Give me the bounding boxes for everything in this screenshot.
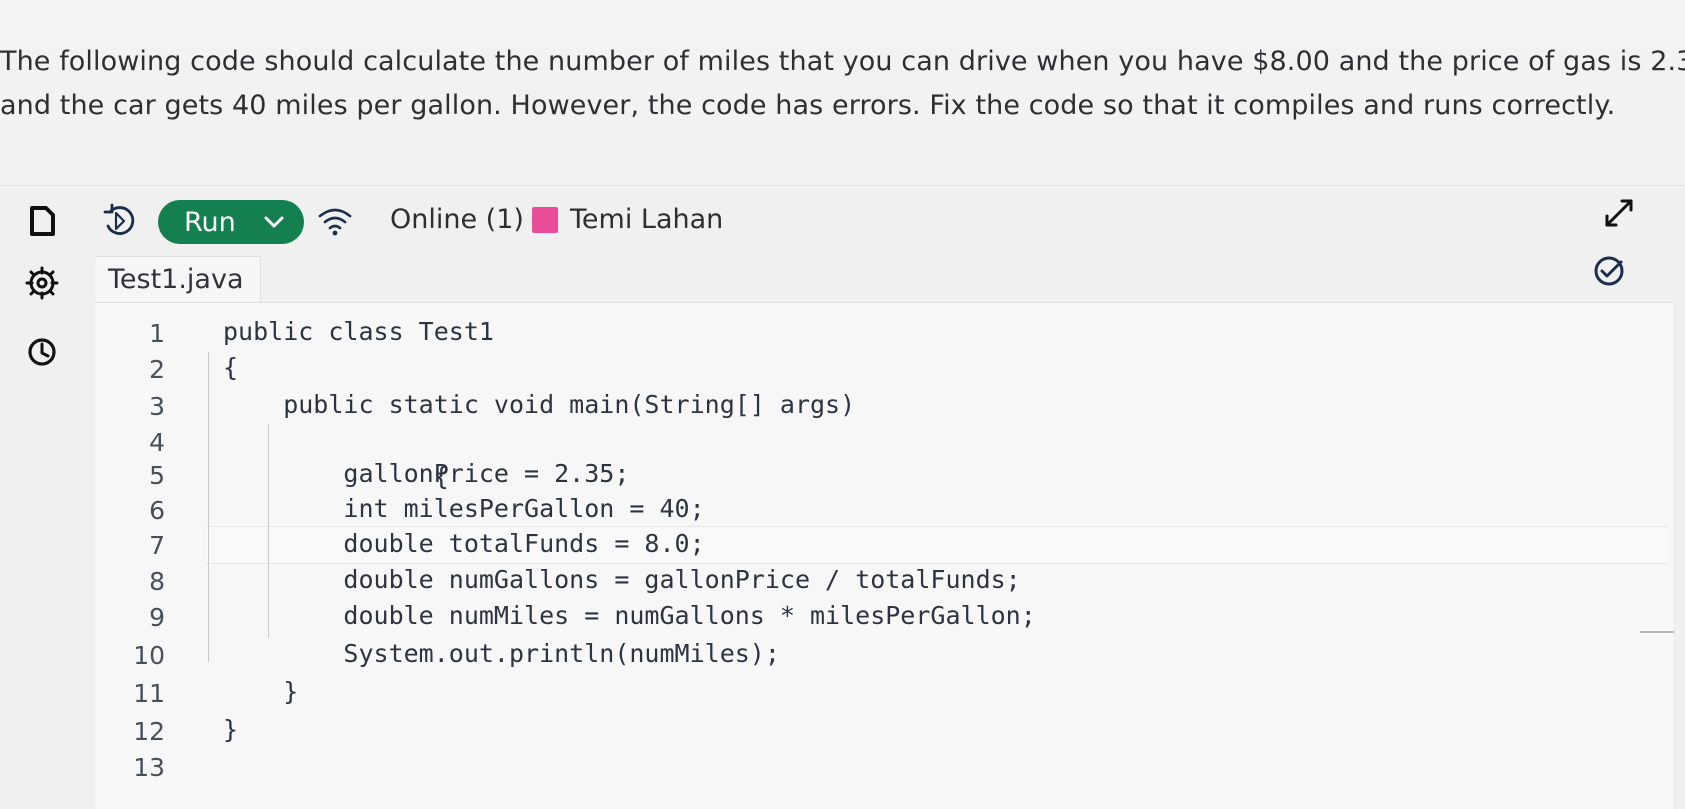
line-number: 2 (149, 355, 165, 384)
line-number: 8 (149, 567, 165, 596)
source-editor[interactable]: 1 2 3 4 5 6 7 8 9 10 11 12 13 public cla… (95, 302, 1675, 809)
line-number: 1 (149, 319, 165, 348)
indent-guide (208, 352, 209, 662)
line-number: 9 (149, 603, 165, 632)
line-number: 7 (149, 531, 165, 560)
run-button[interactable]: Run (158, 200, 304, 244)
file-icon[interactable] (25, 204, 59, 238)
user-color-badge (532, 207, 558, 233)
gear-icon[interactable] (25, 266, 59, 300)
history-icon-graphic (28, 338, 56, 366)
user-name: Temi Lahan (570, 204, 724, 235)
editor-side-tools (0, 254, 86, 454)
wifi-icon (315, 201, 355, 241)
page: The following code should calculate the … (0, 0, 1685, 809)
undo-icon-graphic (103, 203, 135, 235)
check-circle-icon[interactable] (1592, 254, 1626, 288)
undo-icon[interactable] (100, 202, 138, 240)
file-icon-graphic (30, 206, 55, 236)
line-number: 3 (149, 392, 165, 421)
line-number-gutter: 1 2 3 4 5 6 7 8 9 10 11 12 13 (95, 303, 165, 809)
check-circle-icon-graphic (1594, 256, 1624, 286)
gear-icon-graphic (25, 266, 59, 300)
code-line[interactable]: int milesPerGallon = 40; (223, 491, 704, 527)
online-status: Online (1) (390, 204, 524, 235)
editor-toolbar: Run Online (1) Temi Lahan (0, 186, 1685, 254)
code-line[interactable]: public class Test1 (223, 314, 494, 350)
history-icon[interactable] (26, 336, 58, 368)
problem-description-line-2: and the car gets 40 miles per gallon. Ho… (0, 90, 1616, 121)
code-line[interactable]: double totalFunds = 8.0; (223, 526, 704, 562)
line-number: 5 (149, 461, 165, 490)
wifi-icon-graphic (318, 208, 352, 236)
code-line[interactable]: double numMiles = numGallons * milesPerG… (223, 598, 1035, 634)
code-line[interactable]: } (223, 712, 238, 748)
code-line[interactable]: public static void main(String[] args) (223, 387, 855, 423)
code-line[interactable]: } (223, 674, 298, 710)
code-line[interactable]: { (223, 423, 449, 491)
code-line[interactable]: double numGallons = gallonPrice / totalF… (223, 562, 1020, 598)
line-number: 12 (133, 717, 165, 746)
line-number: 11 (133, 679, 165, 708)
code-line[interactable]: { (223, 350, 238, 386)
line-number: 4 (149, 428, 165, 457)
fullscreen-icon[interactable] (1600, 194, 1638, 232)
fullscreen-icon-graphic (1605, 199, 1633, 227)
line-number: 10 (133, 641, 165, 670)
code-line[interactable]: gallonPrice = 2.35; (223, 456, 629, 492)
line-number: 6 (149, 496, 165, 525)
problem-description-line-1: The following code should calculate the … (0, 46, 1685, 77)
line-number: 13 (133, 753, 165, 782)
scroll-marker (1640, 631, 1674, 633)
tab-test1-java[interactable]: Test1.java (95, 256, 261, 302)
chevron-down-icon[interactable] (260, 208, 288, 236)
code-editor-panel: Run Online (1) Temi Lahan Test1.java 1 2… (0, 186, 1685, 809)
run-button-label: Run (184, 206, 236, 238)
problem-description: The following code should calculate the … (0, 40, 1685, 128)
code-line[interactable]: System.out.println(numMiles); (223, 636, 780, 672)
code-content[interactable]: public class Test1 { public static void … (223, 303, 1663, 809)
